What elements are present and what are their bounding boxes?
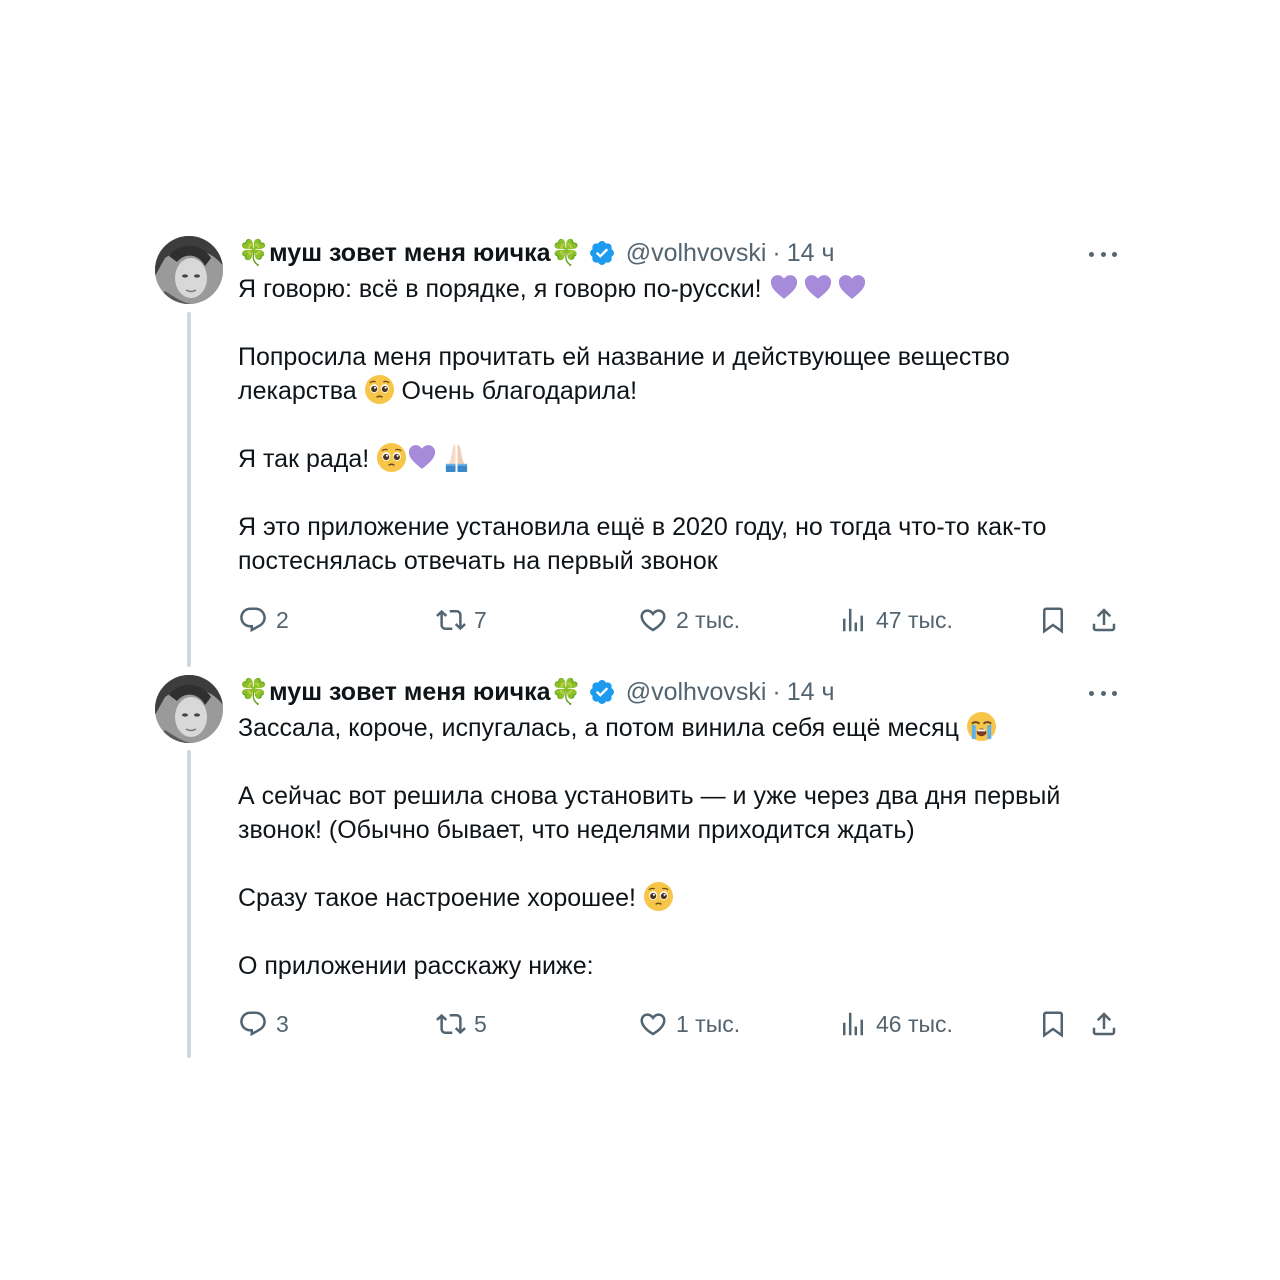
views-chart-icon — [843, 608, 863, 632]
repost-count: 5 — [474, 1010, 487, 1037]
tweet-paragraph-text: Я это приложение установила ещё в 2020 г… — [238, 513, 1047, 575]
views-button[interactable]: 47 тыс. — [838, 600, 953, 640]
like-button[interactable]: 2 тыс. — [638, 600, 740, 640]
verified-badge-icon — [589, 680, 614, 704]
views-chart-icon — [843, 1012, 863, 1036]
tweet-header: 🍀 муш зовет меня юичка 🍀 @volhvovski · 1… — [238, 236, 835, 270]
share-icon — [1092, 1012, 1116, 1036]
tweet-paragraph-text: Очень благодарила! — [394, 377, 638, 405]
share-icon — [1092, 608, 1116, 632]
four-leaf-clover-icon: 🍀 — [550, 238, 582, 267]
purple-heart-icon — [407, 445, 441, 473]
folded-hands-icon — [441, 444, 472, 473]
display-name[interactable]: муш зовет меня юичка — [269, 239, 550, 268]
tweet-paragraph-text: Я говорю: всё в порядке, я говорю по-рус… — [238, 275, 769, 303]
user-handle[interactable]: @volhvovski — [626, 239, 767, 268]
tweet[interactable]: 🍀 муш зовет меня юичка 🍀 @volhvovski · 1… — [155, 675, 1125, 1065]
tweet-paragraph-text: Сразу такое настроение хорошее! — [238, 884, 643, 912]
four-leaf-clover-icon: 🍀 — [238, 238, 270, 267]
repost-icon — [436, 609, 466, 631]
bookmark-icon — [1043, 1011, 1063, 1038]
tweet-text: Я говорю: всё в порядке, я говорю по-рус… — [238, 272, 1118, 578]
share-button[interactable] — [1089, 600, 1127, 640]
views-count: 46 тыс. — [876, 1010, 953, 1037]
pleading-face-icon — [643, 881, 674, 912]
repost-count: 7 — [474, 606, 487, 633]
display-name[interactable]: муш зовет меня юичка — [269, 678, 550, 707]
tweet-actions: 3 5 1 тыс. 46 тыс. — [238, 1004, 1120, 1044]
tweet-header: 🍀 муш зовет меня юичка 🍀 @volhvovski · 1… — [238, 675, 835, 709]
purple-heart-icon — [769, 275, 871, 303]
tweet-paragraph: Я говорю: всё в порядке, я говорю по-рус… — [238, 272, 1118, 306]
separator-dot: · — [772, 677, 781, 706]
pleading-face-icon — [364, 374, 395, 405]
reply-count: 2 — [276, 606, 289, 633]
tweet-paragraph: А сейчас вот решила снова установить — и… — [238, 779, 1118, 847]
reply-button[interactable]: 2 — [238, 600, 289, 640]
tweet-text: Зассала, короче, испугалась, а потом вин… — [238, 711, 1118, 983]
tweet-paragraph: Я это приложение установила ещё в 2020 г… — [238, 510, 1118, 578]
views-button[interactable]: 46 тыс. — [838, 1004, 953, 1044]
four-leaf-clover-icon: 🍀 — [238, 677, 270, 706]
tweet-paragraph-text: Я так рада! — [238, 445, 377, 473]
bookmark-button[interactable] — [1038, 1004, 1076, 1044]
views-count: 47 тыс. — [876, 606, 953, 633]
repost-button[interactable]: 5 — [436, 1004, 487, 1044]
tweet-paragraph: Зассала, короче, испугалась, а потом вин… — [238, 711, 1118, 745]
bookmark-icon — [1043, 607, 1063, 634]
like-button[interactable]: 1 тыс. — [638, 1004, 740, 1044]
pleading-face-icon — [376, 442, 407, 473]
user-handle[interactable]: @volhvovski — [626, 678, 767, 707]
repost-button[interactable]: 7 — [436, 600, 487, 640]
tweet-paragraph-text: Зассала, короче, испугалась, а потом вин… — [238, 714, 966, 742]
avatar[interactable] — [155, 675, 223, 743]
share-button[interactable] — [1089, 1004, 1127, 1044]
tweet-paragraph: Я так рада! — [238, 442, 1118, 476]
reply-icon — [240, 607, 266, 633]
tweet-paragraph: Сразу такое настроение хорошее! — [238, 881, 1118, 915]
tweet-actions: 2 7 2 тыс. 47 тыс. — [238, 600, 1120, 640]
crying-face-icon — [966, 711, 997, 742]
timestamp[interactable]: 14 ч — [787, 678, 835, 707]
four-leaf-clover-icon: 🍀 — [550, 677, 582, 706]
tweet-paragraph-text: А сейчас вот решила снова установить — и… — [238, 782, 1061, 844]
reply-count: 3 — [276, 1010, 289, 1037]
more-icon[interactable] — [1089, 242, 1117, 266]
reply-icon — [240, 1011, 266, 1037]
heart-icon — [640, 609, 666, 632]
tweet-paragraph-text: О приложении расскажу ниже: — [238, 952, 594, 980]
timestamp[interactable]: 14 ч — [787, 239, 835, 268]
tweet-paragraph: Попросила меня прочитать ей название и д… — [238, 340, 1118, 408]
more-icon[interactable] — [1089, 681, 1117, 705]
like-count: 1 тыс. — [676, 1010, 741, 1037]
separator-dot: · — [772, 238, 781, 267]
avatar[interactable] — [155, 236, 223, 304]
tweet[interactable]: 🍀 муш зовет меня юичка 🍀 @volhvovski · 1… — [155, 236, 1125, 656]
reply-button[interactable]: 3 — [238, 1004, 289, 1044]
tweet-paragraph: О приложении расскажу ниже: — [238, 949, 1118, 983]
like-count: 2 тыс. — [676, 606, 741, 633]
heart-icon — [640, 1013, 666, 1036]
repost-icon — [436, 1013, 466, 1035]
bookmark-button[interactable] — [1038, 600, 1076, 640]
verified-badge-icon — [589, 241, 614, 265]
